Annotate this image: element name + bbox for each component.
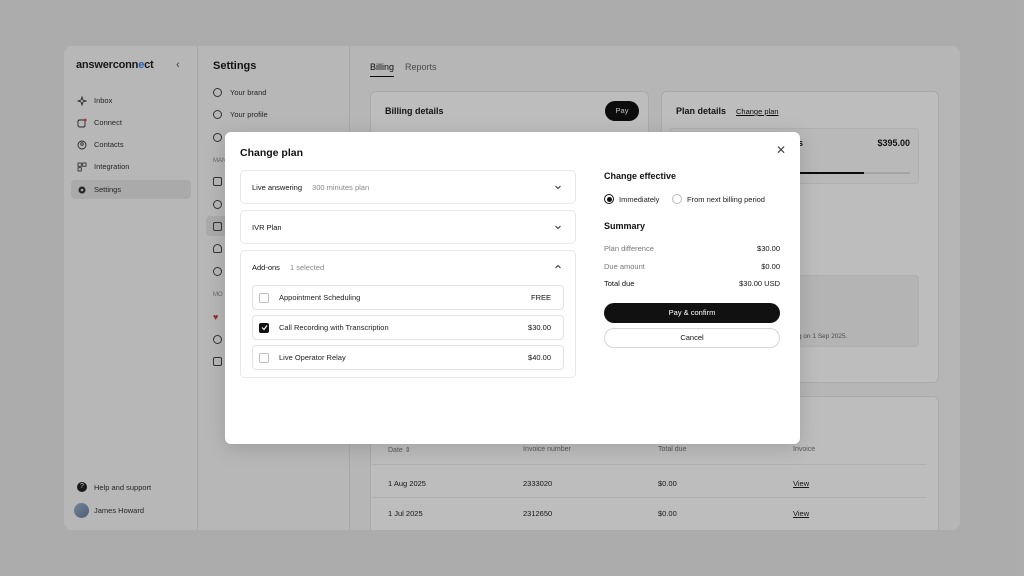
chevron-down-icon[interactable] bbox=[553, 222, 563, 232]
radio-next-billing-period[interactable]: From next billing period bbox=[672, 194, 765, 204]
radio-selected-icon[interactable] bbox=[604, 194, 614, 204]
addon-price: $30.00 bbox=[528, 323, 551, 332]
summary-row-total-due: Total due $30.00 USD bbox=[604, 279, 780, 288]
addon-checkbox-checked[interactable] bbox=[259, 322, 269, 333]
addon-call-recording[interactable]: Call Recording with Transcription $30.00 bbox=[252, 315, 564, 340]
close-icon[interactable]: ✕ bbox=[776, 143, 786, 157]
chevron-up-icon[interactable] bbox=[553, 262, 563, 272]
change-effective-title: Change effective bbox=[604, 171, 677, 181]
addon-price: $40.00 bbox=[528, 353, 551, 362]
addon-price: FREE bbox=[530, 293, 551, 302]
summary-row-plan-difference: Plan difference $30.00 bbox=[604, 244, 780, 253]
plan-accordion-live-answering[interactable]: Live answering 300 minutes plan bbox=[240, 170, 576, 204]
accordion-header: IVR Plan bbox=[252, 223, 282, 232]
addon-checkbox[interactable] bbox=[259, 352, 269, 363]
addon-checkbox[interactable] bbox=[259, 292, 269, 303]
chevron-down-icon[interactable] bbox=[553, 182, 563, 192]
radio-immediately[interactable]: Immediately bbox=[604, 194, 659, 204]
plan-accordion-ivr[interactable]: IVR Plan bbox=[240, 210, 576, 244]
summary-title: Summary bbox=[604, 221, 646, 231]
change-plan-modal: Change plan ✕ Live answering 300 minutes… bbox=[225, 132, 800, 444]
radio-unselected-icon[interactable] bbox=[672, 194, 682, 204]
addon-live-operator-relay[interactable]: Live Operator Relay $40.00 bbox=[252, 345, 564, 370]
accordion-header: Live answering 300 minutes plan bbox=[252, 183, 370, 192]
accordion-header: Add-ons 1 selected bbox=[252, 263, 325, 272]
summary-row-due-amount: Due amount $0.00 bbox=[604, 262, 780, 271]
addon-appointment-scheduling[interactable]: Appointment Scheduling FREE bbox=[252, 285, 564, 310]
modal-title: Change plan bbox=[240, 147, 304, 159]
checkmark-icon bbox=[261, 325, 267, 331]
plan-accordion-addons[interactable]: Add-ons 1 selected Appointment Schedulin… bbox=[240, 250, 576, 378]
pay-confirm-button[interactable]: Pay & confirm bbox=[604, 303, 780, 323]
cancel-button[interactable]: Cancel bbox=[604, 328, 780, 348]
